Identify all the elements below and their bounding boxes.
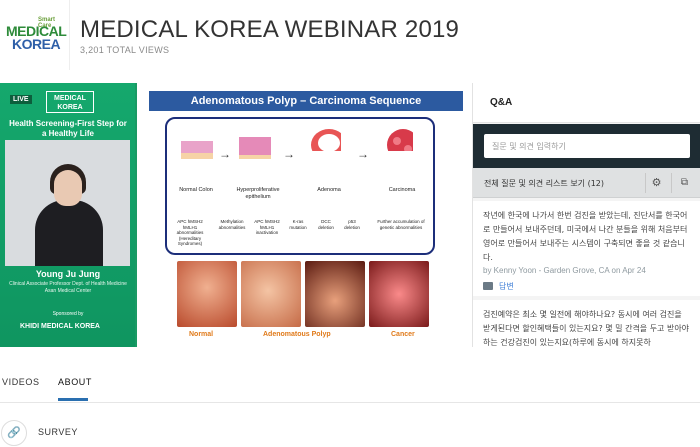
reply-label: 답변 [499,282,514,291]
sequence-diagram: → → → Normal Colon Hyperproliferative ep… [165,117,435,255]
speaker-role: Clinical Associate Professor Dept. of He… [9,281,127,294]
page-title: MEDICAL KOREA WEBINAR 2019 [80,16,460,43]
tab-qa[interactable]: Q&A [490,97,512,108]
link-icon: 🔗 [1,420,27,446]
stage-label: Adenoma [317,187,341,193]
stage-label: Carcinoma [388,187,416,193]
question-text: 검진예약은 최소 몇 일전에 해야하나요? 동시에 여러 검진을 받게된다면 할… [483,310,690,347]
presentation-slide: Adenomatous Polyp – Carcinoma Sequence →… [135,83,472,347]
active-tab-indicator [58,398,88,401]
page-header: Smart Care MEDICAL KOREA MEDICAL KOREA W… [0,0,700,82]
endoscopy-photo [177,261,237,327]
stage-label: Hyperproliferative epithelium [236,187,280,200]
qa-question-item: 검진예약은 최소 몇 일전에 해야하나요? 동시에 여러 검진을 받게된다면 할… [473,300,700,347]
endoscopy-photo [369,261,429,327]
view-all-questions-link[interactable]: 전체 질문 및 의견 리스트 보기 (12) [484,178,604,189]
carcinoma-icon [387,129,413,151]
gene-label: Methylation abnormalities [218,219,246,230]
video-headline: Health Screening-First Step for a Health… [9,119,127,138]
gene-label: p53 deletion [344,219,360,230]
hyperproliferative-tissue-icon [239,137,271,159]
speaker-name: Young Ju Jung [35,269,101,279]
qa-tab-bar: Q&A [473,83,700,123]
photo-label: Cancer [391,331,415,338]
reply-icon [483,282,493,290]
arrow-icon: → [219,147,231,161]
popout-icon[interactable]: ⧉ [671,173,697,193]
total-views: 3,201 TOTAL VIEWS [80,45,170,55]
gene-label: APC hMSH2 hMLH1 inactivation [254,219,280,235]
qa-list-bar: 전체 질문 및 의견 리스트 보기 (12) ⚙ ⧉ [473,168,700,198]
question-input[interactable] [484,134,690,158]
tab-about[interactable]: ABOUT [58,377,92,387]
qa-question-item: 작년에 한국에 나가서 한번 검진을 받았는데, 진단서를 한국어로 만들어서 … [473,201,700,296]
medical-korea-logo[interactable]: Smart Care MEDICAL KOREA [0,0,70,70]
adenoma-icon [311,129,341,151]
logo-word-korea: KOREA [12,36,61,52]
gene-label: APC hMSH2 hMLH1 abnormalities (Hereditar… [176,219,204,246]
photo-label: Normal [189,331,214,338]
tab-videos[interactable]: VIDEOS [2,377,40,387]
gene-label: Further accumulation of genetic abnormal… [377,219,425,230]
video-player[interactable]: LIVE MEDICAL KOREA Health Screening-Firs… [0,83,472,347]
gene-label: K-ras mutation [289,219,307,230]
survey-row[interactable]: 🔗 SURVEY [0,414,700,447]
content-tabs: VIDEOS ABOUT [0,347,700,403]
photo-label: Adenomatous Polyp [263,331,331,338]
reply-button[interactable]: 답변 [483,281,514,292]
gear-icon[interactable]: ⚙ [645,173,667,193]
question-text: 작년에 한국에 나가서 한번 검진을 받았는데, 진단서를 한국어로 만들어서 … [483,211,688,262]
slide-title: Adenomatous Polyp – Carcinoma Sequence [149,91,463,111]
gene-label: DCC deletion [318,219,334,230]
video-logo: MEDICAL KOREA [46,91,94,113]
stage-label: Normal Colon [179,187,213,193]
survey-label: SURVEY [38,427,78,437]
sponsor-label: Sponsored by [52,311,84,317]
video-speaker-panel: LIVE MEDICAL KOREA Health Screening-Firs… [0,83,135,347]
qa-input-area [473,124,700,168]
question-meta: by Kenny Yoon - Garden Grove, CA on Apr … [483,266,646,275]
live-badge: LIVE [10,95,32,104]
endoscopy-photos [177,261,431,327]
speaker-video [5,140,130,266]
endoscopy-photo [305,261,365,327]
qa-panel: Q&A 전체 질문 및 의견 리스트 보기 (12) ⚙ ⧉ 작년에 한국에 나… [472,83,700,347]
arrow-icon: → [357,147,369,161]
arrow-icon: → [283,147,295,161]
endoscopy-photo [241,261,301,327]
sponsor-logos: KHIDI MEDICAL KOREA [20,323,100,330]
normal-tissue-icon [181,141,213,159]
